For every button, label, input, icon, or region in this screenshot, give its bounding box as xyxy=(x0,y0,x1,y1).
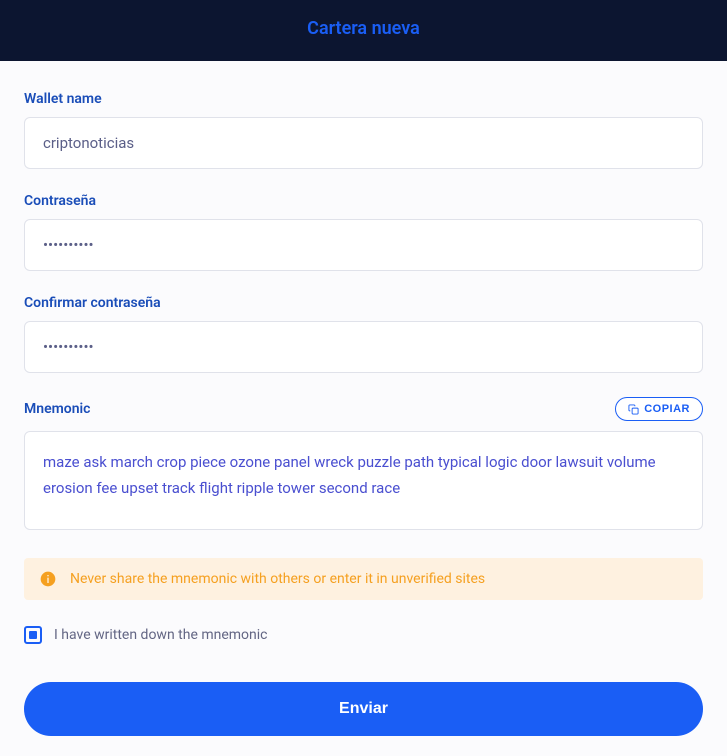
mnemonic-textarea[interactable]: maze ask march crop piece ozone panel wr… xyxy=(24,431,703,530)
mnemonic-header-row: Mnemonic COPIAR xyxy=(24,397,703,421)
confirm-password-group: Confirmar contraseña xyxy=(24,295,703,373)
wallet-name-group: Wallet name xyxy=(24,91,703,169)
confirm-password-input[interactable] xyxy=(24,321,703,373)
password-group: Contraseña xyxy=(24,193,703,271)
mnemonic-label: Mnemonic xyxy=(24,401,90,417)
form-content: Wallet name Contraseña Confirmar contras… xyxy=(0,61,727,756)
submit-button[interactable]: Enviar xyxy=(24,682,703,736)
password-input[interactable] xyxy=(24,219,703,271)
copy-icon xyxy=(628,404,639,415)
warning-banner: Never share the mnemonic with others or … xyxy=(24,558,703,600)
info-icon xyxy=(40,571,56,587)
mnemonic-group: Mnemonic COPIAR maze ask march crop piec… xyxy=(24,397,703,530)
warning-text: Never share the mnemonic with others or … xyxy=(70,571,485,587)
mnemonic-confirm-label: I have written down the mnemonic xyxy=(54,627,268,643)
mnemonic-confirm-row: I have written down the mnemonic xyxy=(24,626,703,644)
wallet-name-input[interactable] xyxy=(24,117,703,169)
page-header: Cartera nueva xyxy=(0,0,727,61)
copy-button[interactable]: COPIAR xyxy=(615,397,703,421)
password-label: Contraseña xyxy=(24,193,703,209)
wallet-name-label: Wallet name xyxy=(24,91,703,107)
confirm-password-label: Confirmar contraseña xyxy=(24,295,703,311)
checkbox-checked-icon xyxy=(29,631,37,639)
copy-button-label: COPIAR xyxy=(644,403,690,415)
mnemonic-confirm-checkbox[interactable] xyxy=(24,626,42,644)
page-title: Cartera nueva xyxy=(307,18,420,39)
